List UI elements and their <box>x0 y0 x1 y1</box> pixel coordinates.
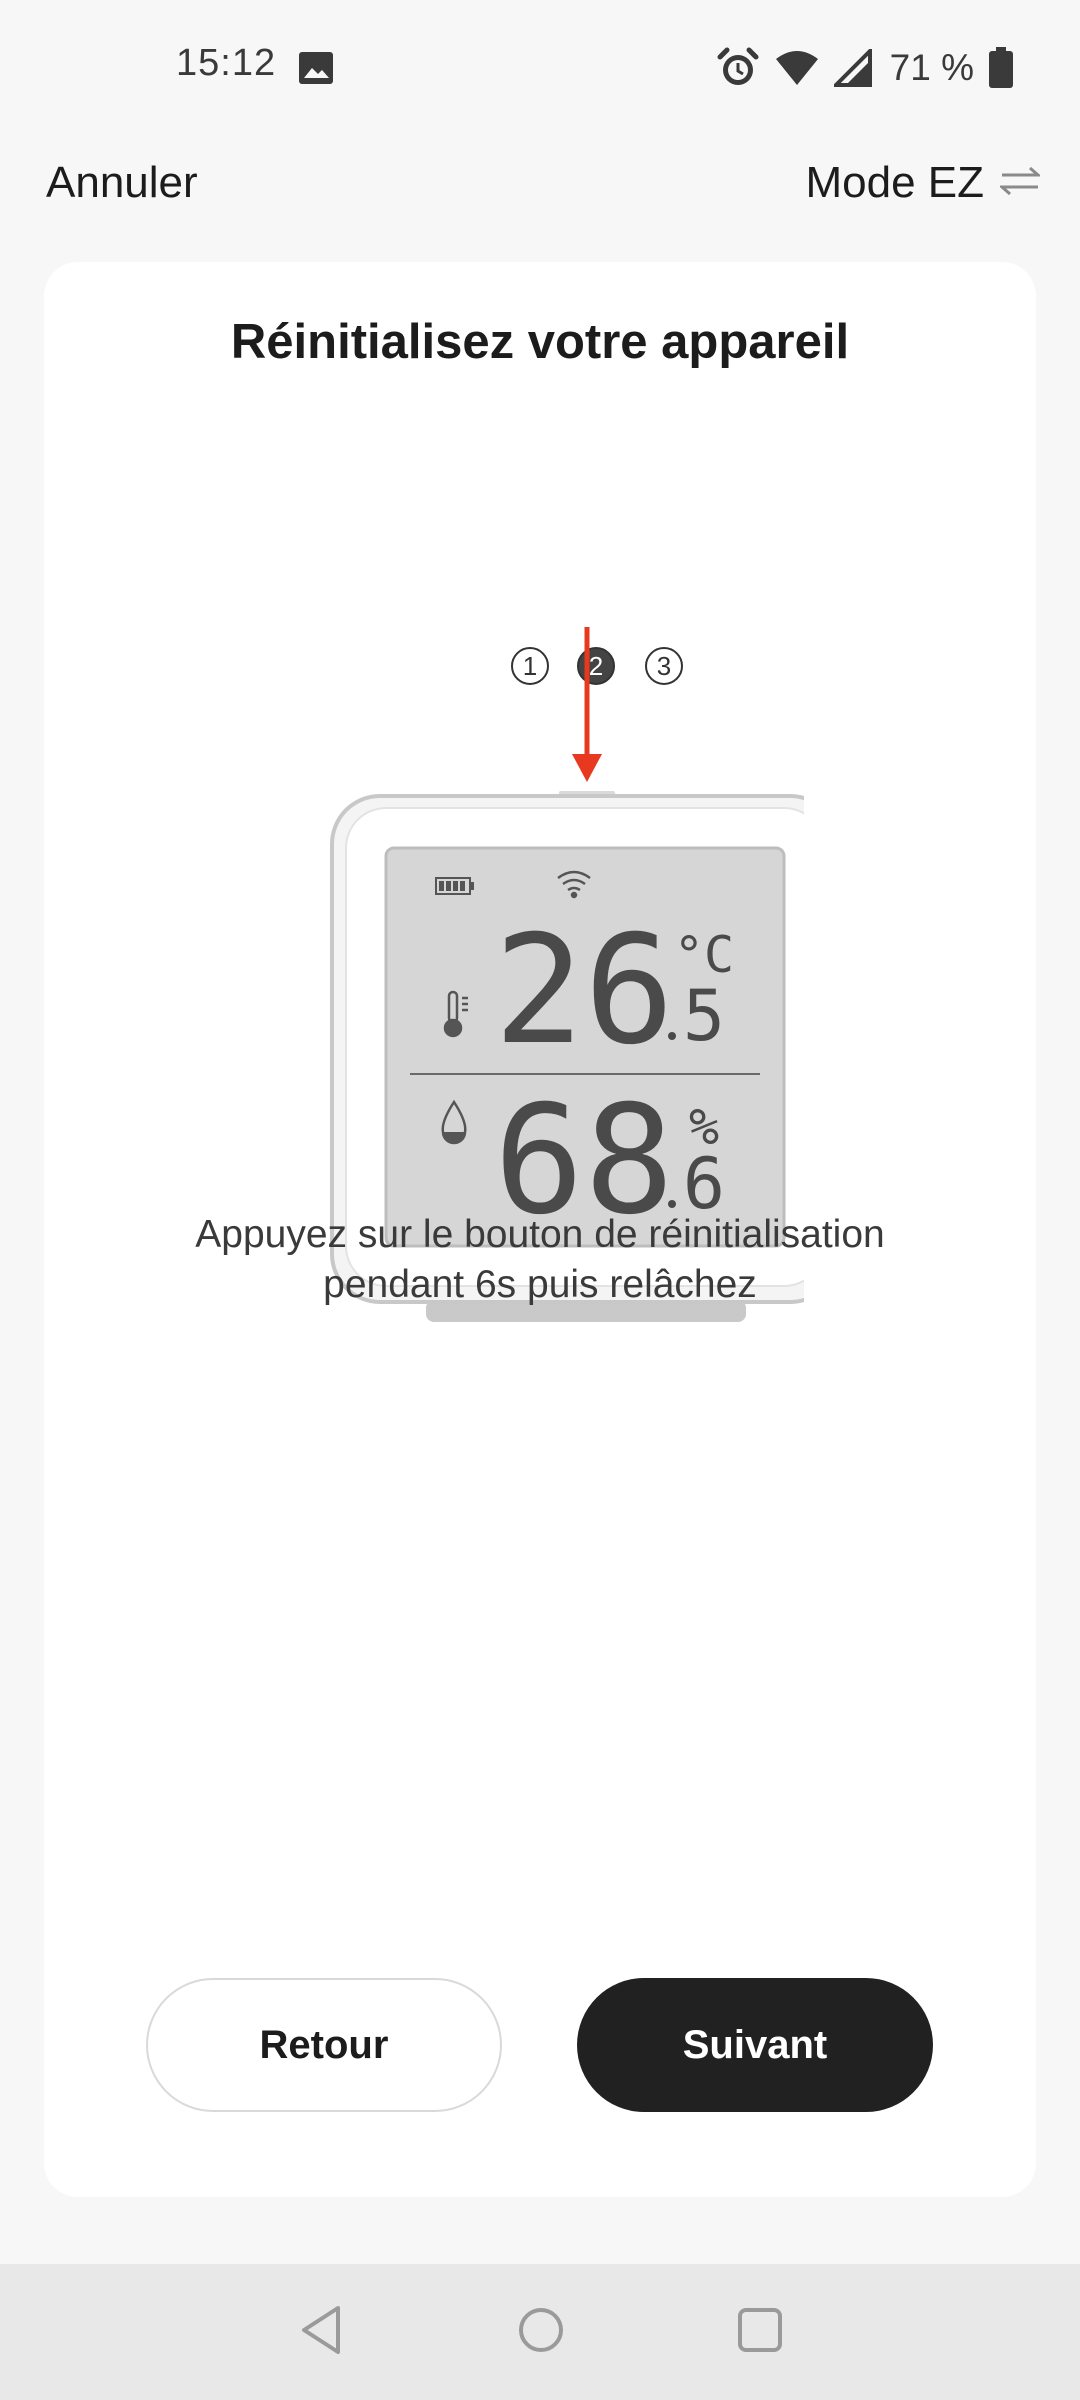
image-icon <box>297 50 335 86</box>
step-indicator-1: 1 <box>511 647 549 685</box>
temperature-decimal: 5 <box>683 975 725 1057</box>
humidity-unit: % <box>689 1098 719 1156</box>
signal-icon <box>833 49 872 87</box>
instruction-line-1: Appuyez sur le bouton de réinitialisatio… <box>195 1213 885 1256</box>
swap-arrows-icon <box>998 165 1042 202</box>
battery-icon <box>988 47 1014 89</box>
top-bar: Annuler Mode EZ <box>0 150 1080 220</box>
status-bar: 15:12 71 % <box>0 0 1080 135</box>
next-button[interactable]: Suivant <box>577 1978 933 2112</box>
back-button[interactable]: Retour <box>146 1978 502 2112</box>
back-triangle-icon[interactable] <box>298 2304 344 2361</box>
temperature-value: 26 <box>494 904 675 1078</box>
status-time: 15:12 <box>176 42 277 84</box>
cancel-button[interactable]: Annuler <box>46 158 198 208</box>
temperature-unit: °C <box>674 926 734 984</box>
home-circle-icon[interactable] <box>516 2304 566 2361</box>
reset-card: Réinitialisez votre appareil 1 2 3 26 5 … <box>44 262 1036 2197</box>
step-indicator-2: 2 <box>577 647 615 685</box>
mode-switch-button[interactable]: Mode EZ <box>805 158 1042 208</box>
instruction-line-2: pendant 6s puis relâchez <box>323 1263 757 1306</box>
svg-text:3: 3 <box>657 651 671 681</box>
battery-percent: 71 % <box>889 47 974 88</box>
wifi-icon <box>774 49 820 87</box>
svg-text:1: 1 <box>523 651 537 681</box>
instruction-text: Appuyez sur le bouton de réinitialisatio… <box>104 1210 976 1310</box>
recents-square-icon[interactable] <box>736 2304 784 2361</box>
step-indicator-3: 3 <box>645 647 683 685</box>
svg-text:2: 2 <box>589 651 603 681</box>
alarm-icon <box>716 46 760 90</box>
system-nav-bar <box>0 2264 1080 2400</box>
page-title: Réinitialisez votre appareil <box>230 315 850 369</box>
mode-label: Mode EZ <box>805 158 984 207</box>
status-icons: 71 % <box>716 44 1014 92</box>
